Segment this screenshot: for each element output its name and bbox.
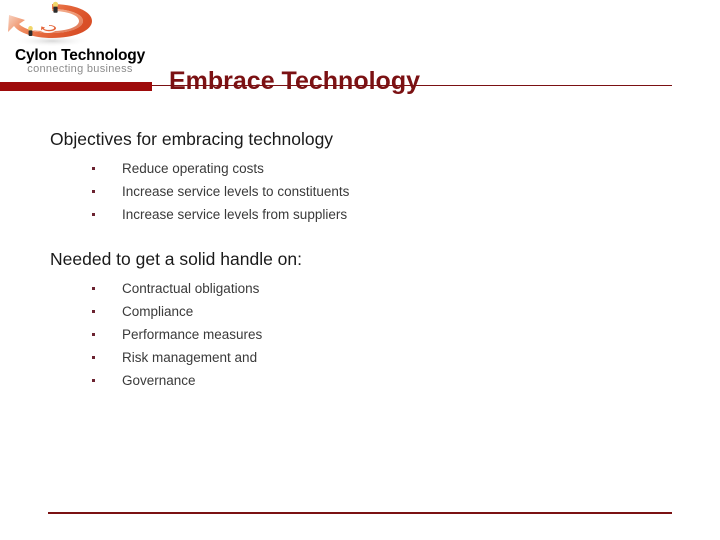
bullet-marker-icon: [92, 167, 95, 170]
list-item: Compliance: [50, 300, 670, 323]
slide-body: Objectives for embracing technology Redu…: [0, 0, 720, 540]
list-item-label: Risk management and: [122, 350, 258, 365]
bullet-list: Reduce operating costs Increase service …: [50, 157, 670, 226]
bullet-list: Contractual obligations Compliance Perfo…: [50, 277, 670, 392]
list-item: Performance measures: [50, 323, 670, 346]
list-item: Governance: [50, 369, 670, 392]
presentation-slide: Cylon Technology connecting business Emb…: [0, 0, 720, 540]
list-item: Increase service levels to constituents: [50, 180, 670, 203]
bullet-marker-icon: [92, 190, 95, 193]
section-heading: Needed to get a solid handle on:: [50, 249, 302, 269]
list-item: Reduce operating costs: [50, 157, 670, 180]
list-item-label: Governance: [122, 373, 196, 388]
list-item: Contractual obligations: [50, 277, 670, 300]
list-item: Risk management and: [50, 346, 670, 369]
list-item: Increase service levels from suppliers: [50, 203, 670, 226]
list-item-label: Compliance: [122, 304, 194, 319]
bullet-marker-icon: [92, 310, 95, 313]
list-item-label: Contractual obligations: [122, 281, 260, 296]
bullet-marker-icon: [92, 356, 95, 359]
footer-divider-line: [48, 512, 672, 514]
section-needed: Needed to get a solid handle on: Contrac…: [50, 249, 670, 392]
list-item-label: Reduce operating costs: [122, 161, 264, 176]
section-objectives: Objectives for embracing technology Redu…: [50, 129, 670, 226]
list-item-label: Performance measures: [122, 327, 263, 342]
section-heading: Objectives for embracing technology: [50, 129, 334, 149]
bullet-marker-icon: [92, 213, 95, 216]
bullet-marker-icon: [92, 379, 95, 382]
bullet-marker-icon: [92, 287, 95, 290]
list-item-label: Increase service levels from suppliers: [122, 207, 348, 222]
bullet-marker-icon: [92, 333, 95, 336]
list-item-label: Increase service levels to constituents: [122, 184, 350, 199]
